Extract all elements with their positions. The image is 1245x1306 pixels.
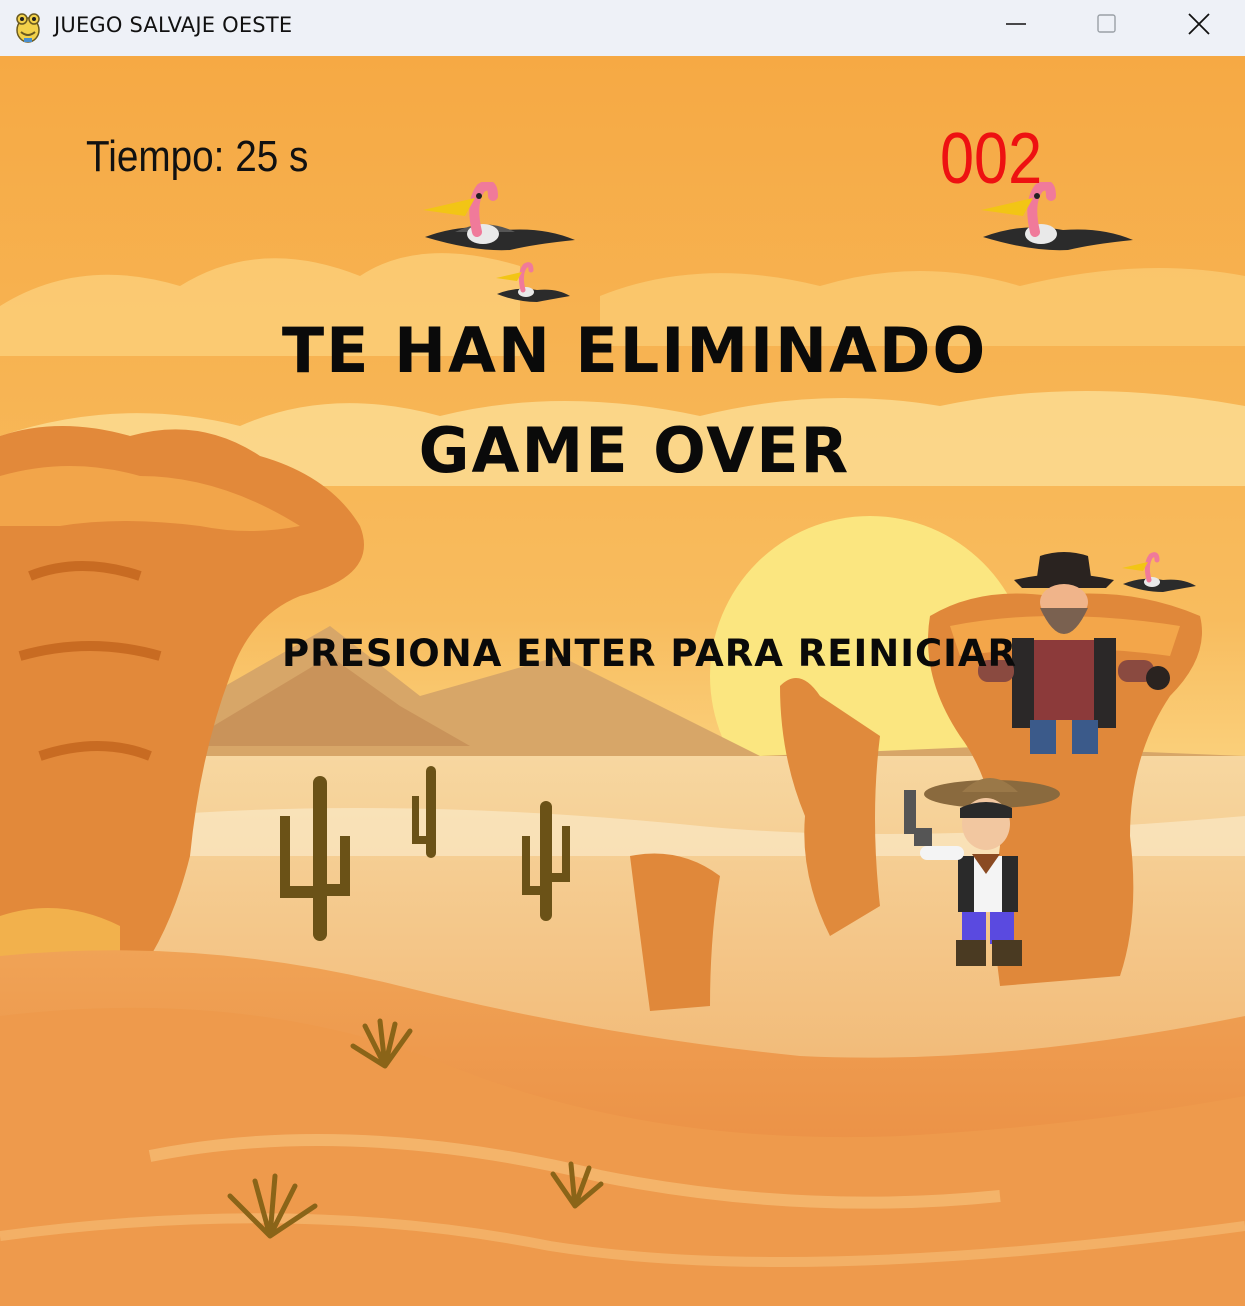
pygame-snake-icon [12, 10, 44, 44]
eliminated-message: TE HAN ELIMINADO [281, 314, 988, 387]
restart-prompt: PRESIONA ENTER PARA REINICIAR [282, 632, 1018, 675]
maximize-icon [1097, 14, 1116, 33]
window-titlebar: JUEGO SALVAJE OESTE [0, 0, 1245, 56]
close-button[interactable] [1153, 0, 1245, 50]
time-counter: Tiempo: 25 s [86, 132, 309, 181]
minimize-icon [1006, 23, 1026, 25]
vulture-sprite [423, 182, 575, 251]
window-title: JUEGO SALVAJE OESTE [54, 13, 293, 37]
minimize-button[interactable] [970, 0, 1062, 50]
maximize-button[interactable] [1061, 0, 1153, 50]
close-icon [1188, 13, 1210, 35]
cowboy-player-sprite [904, 778, 1060, 966]
game-over-message: GAME OVER [418, 414, 851, 487]
score-counter: 002 [940, 119, 1043, 199]
vulture-small-sprite [496, 262, 570, 302]
game-canvas[interactable]: Tiempo: 25 s 002 TE HAN ELIMINADO GAME O… [0, 56, 1245, 1306]
